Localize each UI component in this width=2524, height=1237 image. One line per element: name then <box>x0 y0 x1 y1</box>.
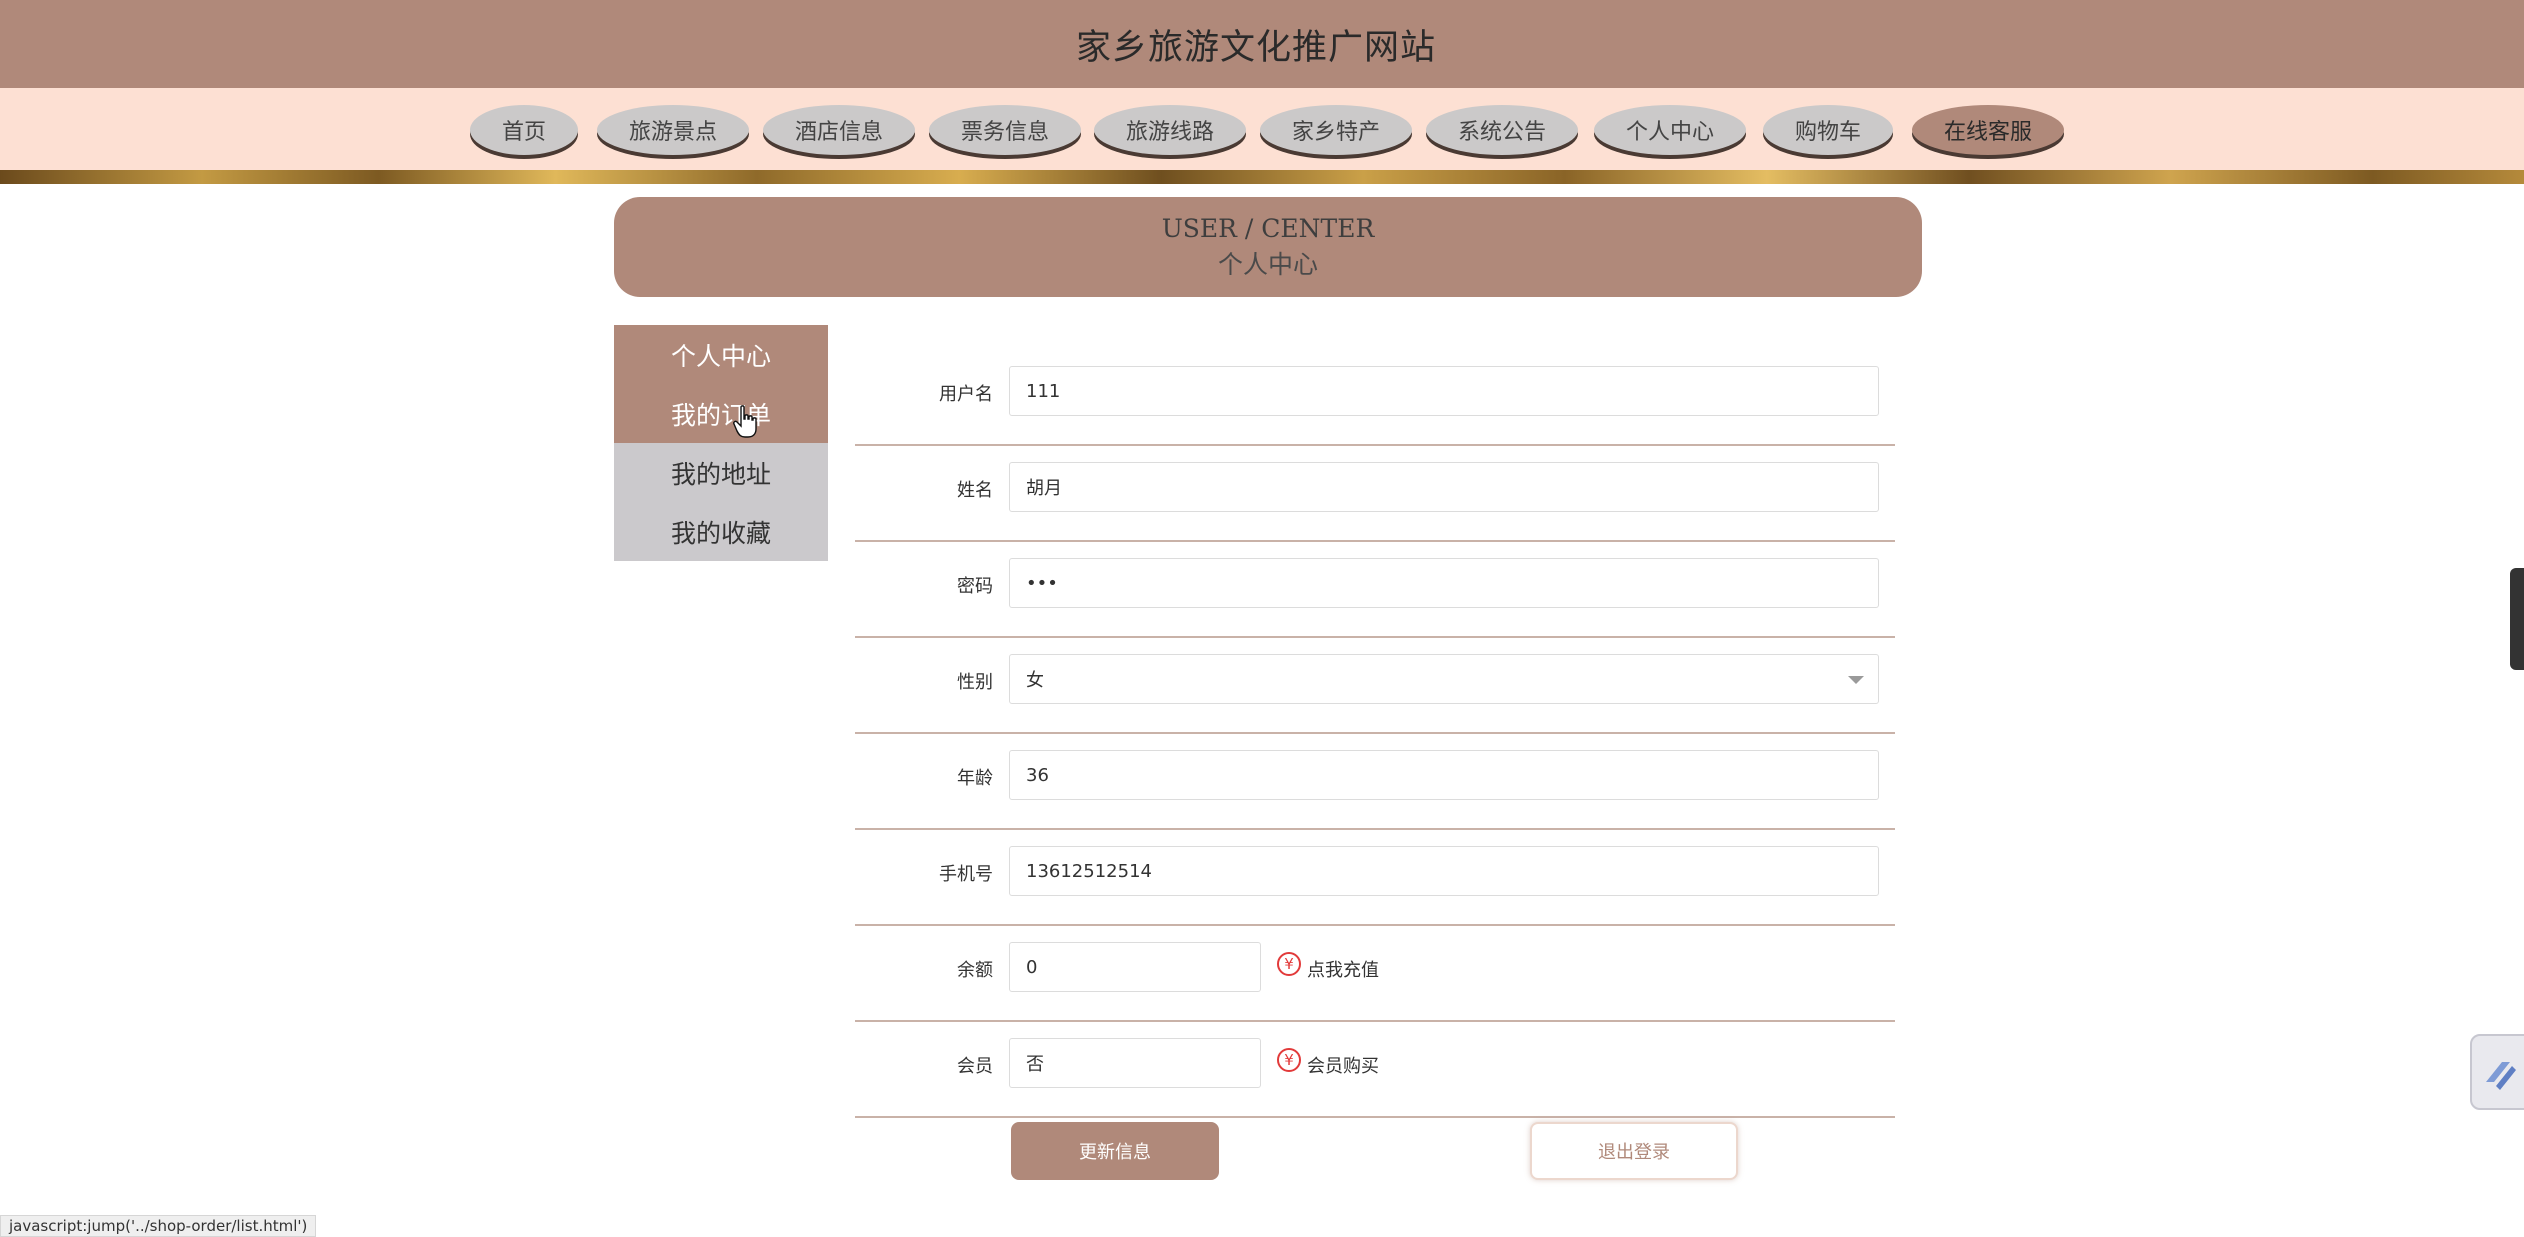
gender-label: 性别 <box>957 672 993 693</box>
username-input[interactable]: 111 <box>1009 366 1879 416</box>
form-row-username: 用户名 111 <box>855 350 1895 446</box>
profile-form: 用户名 111 姓名 胡月 密码 ••• 性别 女 年龄 36 手机号 1361… <box>855 350 1895 1118</box>
site-title: 家乡旅游文化推广网站 <box>1075 27 1436 68</box>
form-row-name: 姓名 胡月 <box>855 446 1895 542</box>
sidebar-item-my-favorites[interactable]: 我的收藏 <box>614 502 828 561</box>
nav-item-tickets[interactable]: 票务信息 <box>929 105 1081 155</box>
nav-item-hotels[interactable]: 酒店信息 <box>763 105 915 155</box>
form-row-password: 密码 ••• <box>855 542 1895 638</box>
logout-button[interactable]: 退出登录 <box>1530 1122 1738 1180</box>
buy-membership-link[interactable]: 会员购买 <box>1307 1052 1379 1078</box>
name-input[interactable]: 胡月 <box>1009 462 1879 512</box>
sidebar: 个人中心 我的订单 我的地址 我的收藏 <box>614 325 828 561</box>
update-info-button[interactable]: 更新信息 <box>1011 1122 1219 1180</box>
form-row-balance: 余额 0 ¥ 点我充值 <box>855 926 1895 1022</box>
nav-item-routes[interactable]: 旅游线路 <box>1094 105 1246 155</box>
sidebar-item-user-center[interactable]: 个人中心 <box>614 325 828 384</box>
balance-input[interactable]: 0 <box>1009 942 1261 992</box>
chevron-down-icon <box>1848 676 1864 684</box>
nav-item-announcements[interactable]: 系统公告 <box>1426 105 1578 155</box>
phone-input[interactable]: 13612512514 <box>1009 846 1879 896</box>
floating-tool-button[interactable] <box>2470 1034 2524 1110</box>
form-row-age: 年龄 36 <box>855 734 1895 830</box>
password-input[interactable]: ••• <box>1009 558 1879 608</box>
member-input[interactable]: 否 <box>1009 1038 1261 1088</box>
main-nav: 首页 旅游景点 酒店信息 票务信息 旅游线路 家乡特产 系统公告 个人中心 购物… <box>0 88 2524 170</box>
sidebar-item-my-address[interactable]: 我的地址 <box>614 443 828 502</box>
nav-item-attractions[interactable]: 旅游景点 <box>597 105 749 155</box>
username-label: 用户名 <box>939 384 993 405</box>
side-scroll-tab[interactable] <box>2510 568 2524 670</box>
user-center-header: USER / CENTER 个人中心 <box>614 197 1922 297</box>
gender-select[interactable]: 女 <box>1009 654 1879 704</box>
hand-cursor-icon <box>733 405 757 438</box>
nav-item-specialties[interactable]: 家乡特产 <box>1260 105 1412 155</box>
sidebar-item-my-orders[interactable]: 我的订单 <box>614 384 828 443</box>
gender-select-value: 女 <box>1026 670 1044 691</box>
header-title-cn: 个人中心 <box>1217 250 1318 279</box>
yen-icon[interactable]: ¥ <box>1277 952 1301 976</box>
browser-status-bar: javascript:jump('../shop-order/list.html… <box>0 1215 317 1237</box>
pen-tool-icon <box>2486 1062 2516 1090</box>
header-title-en: USER / CENTER <box>1161 214 1375 243</box>
balance-label: 余额 <box>957 960 993 981</box>
name-label: 姓名 <box>957 480 993 501</box>
phone-label: 手机号 <box>939 864 993 885</box>
form-row-member: 会员 否 ¥ 会员购买 <box>855 1022 1895 1118</box>
yen-icon[interactable]: ¥ <box>1277 1048 1301 1072</box>
password-label: 密码 <box>957 576 993 597</box>
form-row-gender: 性别 女 <box>855 638 1895 734</box>
nav-item-online-service[interactable]: 在线客服 <box>1912 105 2064 155</box>
top-header: 家乡旅游文化推广网站 <box>0 0 2524 88</box>
form-row-phone: 手机号 13612512514 <box>855 830 1895 926</box>
age-input[interactable]: 36 <box>1009 750 1879 800</box>
recharge-link[interactable]: 点我充值 <box>1307 956 1379 982</box>
nav-item-cart[interactable]: 购物车 <box>1763 105 1893 155</box>
age-label: 年龄 <box>957 768 993 789</box>
banner-image-strip <box>0 170 2524 184</box>
nav-item-user-center[interactable]: 个人中心 <box>1594 105 1746 155</box>
nav-item-home[interactable]: 首页 <box>470 105 578 155</box>
member-label: 会员 <box>957 1056 993 1077</box>
